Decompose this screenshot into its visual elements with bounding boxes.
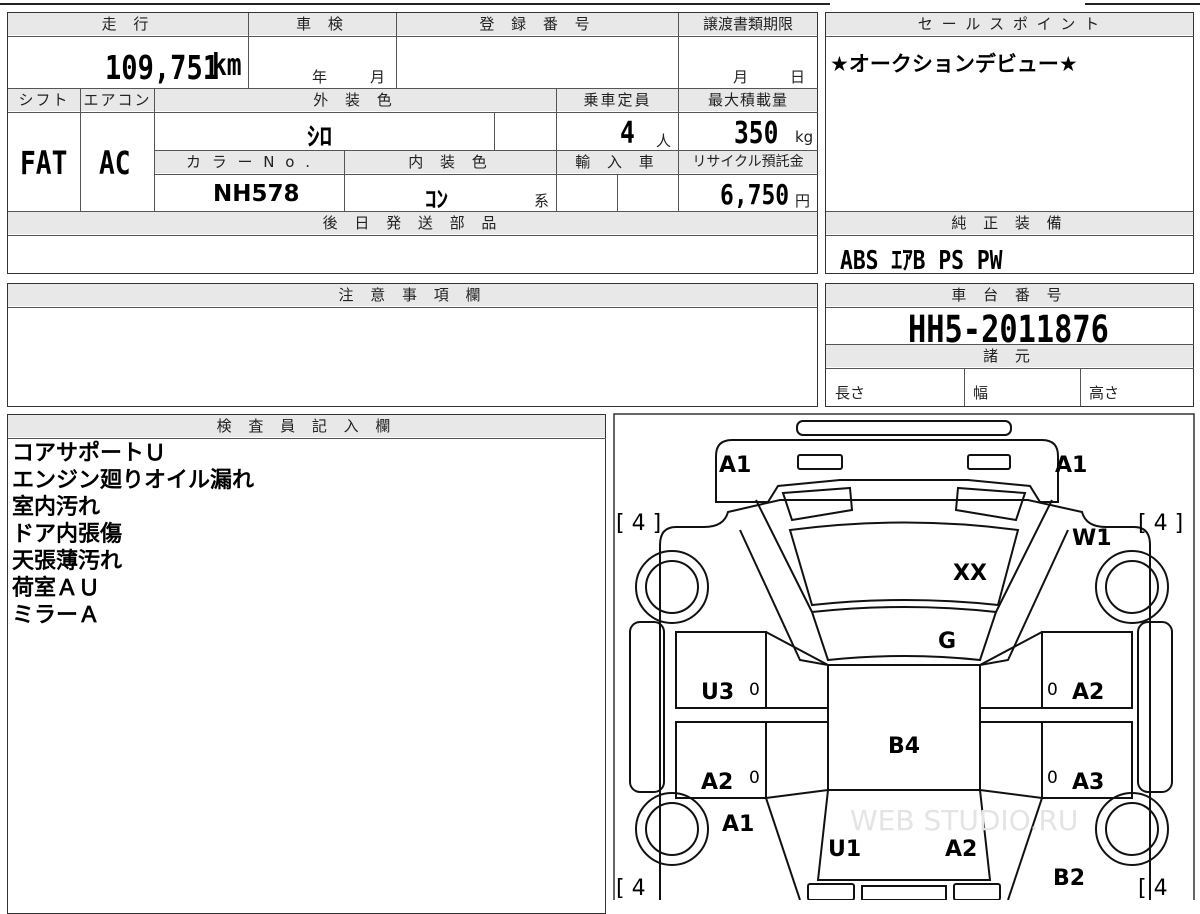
spec-width-label: 幅 bbox=[973, 384, 989, 402]
divider bbox=[826, 36, 1194, 37]
divider bbox=[248, 13, 249, 88]
chassis-header: 車 台 番 号 bbox=[826, 284, 1193, 306]
tire-label-top-left: [ 4 ] bbox=[616, 511, 661, 536]
divider bbox=[494, 112, 495, 150]
max-load-unit: kg bbox=[795, 128, 814, 146]
spec-header: 諸 元 bbox=[826, 345, 1193, 367]
equipment-header: 純 正 装 備 bbox=[826, 212, 1193, 234]
interior-color-suffix: 系 bbox=[534, 192, 550, 210]
aircon-header: エアコン bbox=[81, 89, 154, 111]
note-line: ドア内張傷 bbox=[12, 522, 123, 547]
tire-label-bottom-right: [ 4 bbox=[1138, 876, 1168, 900]
interior-color-value: ｺﾝ bbox=[425, 187, 448, 213]
top-border bbox=[0, 3, 830, 5]
registration-header: 登 録 番 号 bbox=[397, 13, 678, 35]
pillar-mark: 0 bbox=[749, 768, 760, 788]
max-load-value: 350 bbox=[734, 116, 779, 151]
damage-front-left: A1 bbox=[719, 453, 751, 478]
damage-door-left-front: U3 bbox=[701, 680, 734, 705]
damage-floor-left: U1 bbox=[828, 837, 861, 862]
sales-point-text: ★オークションデビュー★ bbox=[830, 52, 1078, 76]
divider bbox=[8, 438, 606, 439]
damage-door-left-rear: A2 bbox=[701, 770, 733, 795]
sales-point-header: セ ー ル ス ポ イ ン ト bbox=[826, 13, 1193, 35]
watermark-text: WEB STUDIO.RU bbox=[850, 804, 1078, 837]
capacity-unit: 人 bbox=[656, 132, 672, 150]
damage-front-right: A1 bbox=[1055, 453, 1087, 478]
divider bbox=[8, 112, 818, 113]
spec-length-label: 長さ bbox=[835, 384, 866, 402]
divider bbox=[8, 307, 818, 308]
divider bbox=[8, 235, 818, 236]
damage-quarter-left: A1 bbox=[722, 812, 754, 837]
divider bbox=[8, 36, 818, 37]
max-load-header: 最大積載量 bbox=[679, 89, 817, 111]
divider bbox=[155, 174, 818, 175]
note-line: コアサポートＵ bbox=[12, 441, 167, 466]
divider bbox=[964, 368, 965, 406]
note-line: エンジン廻りオイル漏れ bbox=[12, 468, 255, 493]
imported-header: 輸 入 車 bbox=[557, 151, 678, 173]
car-damage-diagram: WEB STUDIO.RU [ 4 ] [ 4 ] [ 4 [ 4 A1 A1 … bbox=[613, 413, 1195, 900]
later-parts-header: 後 日 発 送 部 品 bbox=[8, 212, 817, 234]
note-line: 室内汚れ bbox=[12, 495, 101, 520]
interior-color-header: 内 装 色 bbox=[345, 151, 556, 173]
inspection-year-unit: 年 bbox=[312, 68, 328, 86]
divider bbox=[617, 174, 618, 211]
exterior-color-header: 外 装 色 bbox=[155, 89, 556, 111]
capacity-header: 乗車定員 bbox=[557, 89, 678, 111]
pillar-mark: 0 bbox=[1047, 680, 1058, 700]
recycle-fee-unit: 円 bbox=[795, 192, 811, 210]
transfer-deadline-header: 譲渡書類期限 bbox=[679, 13, 817, 35]
divider bbox=[826, 368, 1194, 369]
damage-roof: B4 bbox=[888, 734, 920, 759]
divider bbox=[80, 89, 81, 211]
inspection-month-unit: 月 bbox=[370, 68, 386, 86]
divider bbox=[1080, 368, 1081, 406]
shift-value: FAT bbox=[20, 144, 68, 182]
damage-door-right-front: A2 bbox=[1072, 680, 1104, 705]
damage-quarter-right: B2 bbox=[1053, 866, 1085, 891]
damage-floor-right: A2 bbox=[945, 837, 977, 862]
top-border-right bbox=[1085, 3, 1200, 5]
color-no-header: カ ラ ー N o . bbox=[155, 151, 344, 173]
note-line: ミラーＡ bbox=[12, 603, 101, 628]
divider bbox=[826, 235, 1194, 236]
damage-door-right-rear: A3 bbox=[1072, 770, 1104, 795]
aircon-value: AC bbox=[99, 144, 131, 182]
divider bbox=[344, 151, 345, 211]
pillar-mark: 0 bbox=[1047, 768, 1058, 788]
damage-fender-right: W1 bbox=[1072, 526, 1112, 551]
inspection-header: 車 検 bbox=[249, 13, 396, 35]
caution-header: 注 意 事 項 欄 bbox=[8, 284, 817, 306]
note-line: 天張薄汚れ bbox=[12, 549, 123, 574]
color-no-value: NH578 bbox=[213, 181, 300, 207]
deadline-day-unit: 日 bbox=[790, 68, 806, 86]
recycle-fee-header: リサイクル預託金 bbox=[679, 151, 817, 173]
mileage-header: 走 行 bbox=[8, 13, 248, 35]
exterior-color-value: ｼﾛ bbox=[307, 122, 333, 151]
pillar-mark: 0 bbox=[749, 680, 760, 700]
inspector-header: 検 査 員 記 入 欄 bbox=[8, 415, 605, 437]
mileage-unit: km bbox=[212, 48, 242, 83]
note-line: 荷室ＡＵ bbox=[12, 576, 101, 601]
capacity-value: 4 bbox=[620, 116, 635, 151]
equipment-value: ABS ｴｱB PS PW bbox=[840, 246, 1003, 276]
tire-label-top-right: [ 4 ] bbox=[1138, 511, 1183, 536]
shift-header: シフト bbox=[8, 89, 80, 111]
recycle-fee-value: 6,750 bbox=[720, 178, 790, 211]
damage-cowl: G bbox=[938, 629, 956, 654]
mileage-value: 109,751 bbox=[105, 48, 220, 87]
deadline-month-unit: 月 bbox=[733, 68, 749, 86]
tire-label-bottom-left: [ 4 bbox=[616, 876, 646, 900]
inspector-notes: コアサポートＵ エンジン廻りオイル漏れ 室内汚れ ドア内張傷 天張薄汚れ 荷室Ａ… bbox=[12, 440, 254, 629]
damage-windshield: XX bbox=[953, 561, 987, 586]
divider bbox=[396, 13, 397, 88]
spec-height-label: 高さ bbox=[1089, 384, 1120, 402]
